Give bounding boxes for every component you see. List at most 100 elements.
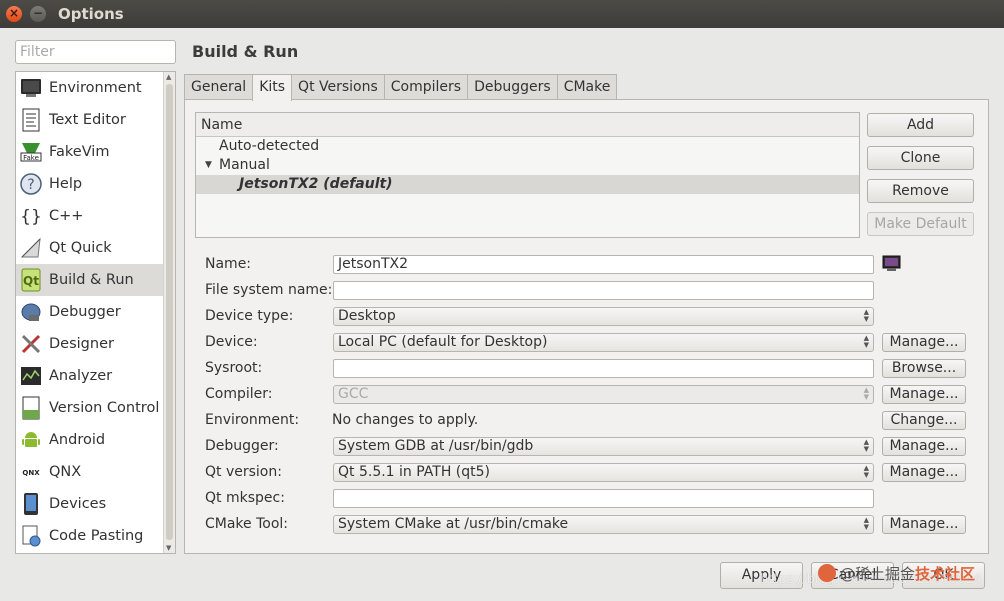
- svg-text:QNX: QNX: [22, 469, 40, 477]
- qt-mkspec-field[interactable]: [333, 489, 874, 508]
- tab-kits[interactable]: Kits: [252, 74, 293, 101]
- compiler-select[interactable]: GCC ▲ ▼: [333, 385, 874, 404]
- device-type-label: Device type:: [205, 308, 294, 324]
- sidebar-item-version-control[interactable]: Version Control: [16, 392, 164, 424]
- qt-version-select[interactable]: Qt 5.5.1 in PATH (qt5) ▲ ▼: [333, 463, 874, 482]
- tab-cmake[interactable]: CMake: [556, 74, 618, 100]
- fakevim-icon: Fake: [19, 140, 43, 164]
- sysroot-browse-button[interactable]: Browse...: [882, 359, 966, 378]
- devices-icon: [19, 492, 43, 516]
- debugger-manage-button[interactable]: Manage...: [882, 437, 966, 456]
- sysroot-label: Sysroot:: [205, 360, 263, 376]
- sidebar-item-analyzer[interactable]: Analyzer: [16, 360, 164, 392]
- device-type-select[interactable]: Desktop ▲ ▼: [333, 307, 874, 326]
- android-icon: [19, 428, 43, 452]
- cmake-tool-label: CMake Tool:: [205, 516, 289, 532]
- environment-value: No changes to apply.: [332, 412, 479, 428]
- close-window-icon[interactable]: ×: [6, 6, 22, 22]
- sidebar-item-fakevim[interactable]: Fake FakeVim: [16, 136, 164, 168]
- brand-logo-icon: [818, 564, 836, 582]
- sidebar-item-label: Build & Run: [49, 272, 134, 288]
- tree-item-jetsontx2[interactable]: JetsonTX2 (default): [196, 175, 859, 194]
- compiler-label: Compiler:: [205, 386, 273, 402]
- tab-debuggers[interactable]: Debuggers: [467, 74, 558, 100]
- tree-group-auto-detected[interactable]: Auto-detected: [196, 137, 859, 156]
- qnx-icon: QNX: [19, 460, 43, 484]
- tab-general[interactable]: General: [184, 74, 254, 100]
- compiler-value: GCC: [338, 386, 369, 402]
- expand-arrow-icon[interactable]: ▼: [205, 156, 212, 175]
- device-monitor-icon[interactable]: [882, 255, 901, 272]
- tab-qt-versions[interactable]: Qt Versions: [291, 74, 385, 100]
- remove-kit-button[interactable]: Remove: [867, 179, 974, 203]
- cmake-tool-value: System CMake at /usr/bin/cmake: [338, 516, 569, 532]
- scroll-up-icon[interactable]: ▲: [166, 73, 171, 81]
- sysroot-field[interactable]: [333, 359, 874, 378]
- debugger-icon: [19, 300, 43, 324]
- kit-name-field[interactable]: JetsonTX2: [333, 255, 874, 274]
- help-icon: ?: [19, 172, 43, 196]
- sidebar-item-label: Android: [49, 432, 106, 448]
- sidebar-item-help[interactable]: ? Help: [16, 168, 164, 200]
- brand-suffix: 技术社区: [915, 564, 976, 583]
- qt-quick-icon: [19, 236, 43, 260]
- up-down-arrows-icon: ▲ ▼: [863, 334, 869, 349]
- category-list: Environment Text Editor Fake FakeVim ? H…: [16, 72, 164, 552]
- environment-label: Environment:: [205, 412, 300, 428]
- qt-mkspec-label: Qt mkspec:: [205, 490, 285, 506]
- sidebar-item-devices[interactable]: Devices: [16, 488, 164, 520]
- device-manage-button[interactable]: Manage...: [882, 333, 966, 352]
- brand-name: @稀土掘金: [840, 564, 916, 583]
- up-down-arrows-icon: ▲ ▼: [863, 464, 869, 479]
- kits-tree: Name Auto-detected ▼ Manual JetsonTX2 (d…: [195, 112, 860, 238]
- sidebar-item-cpp[interactable]: {} C++: [16, 200, 164, 232]
- sidebar-item-build-run[interactable]: Qt Build & Run: [16, 264, 164, 296]
- column-header-name[interactable]: Name: [196, 113, 859, 137]
- kits-panel: Name Auto-detected ▼ Manual JetsonTX2 (d…: [184, 99, 989, 554]
- debugger-select[interactable]: System GDB at /usr/bin/gdb ▲ ▼: [333, 437, 874, 456]
- tab-compilers[interactable]: Compilers: [383, 74, 469, 100]
- sidebar-item-label: Code Pasting: [49, 528, 144, 544]
- sidebar-item-label: Version Control: [49, 400, 160, 416]
- sidebar-item-code-pasting[interactable]: Code Pasting: [16, 520, 164, 552]
- device-select[interactable]: Local PC (default for Desktop) ▲ ▼: [333, 333, 874, 352]
- name-label: Name:: [205, 256, 252, 272]
- tree-group-manual[interactable]: ▼ Manual: [196, 156, 859, 175]
- page-title: Build & Run: [192, 42, 299, 61]
- device-label: Device:: [205, 334, 258, 350]
- minimize-window-icon[interactable]: −: [30, 6, 46, 22]
- sidebar-item-qnx[interactable]: QNX QNX: [16, 456, 164, 488]
- file-system-name-label: File system name:: [205, 282, 333, 298]
- make-default-button[interactable]: Make Default: [867, 212, 974, 236]
- sidebar-item-label: C++: [49, 208, 84, 224]
- file-system-name-field[interactable]: [333, 281, 874, 300]
- sidebar-item-text-editor[interactable]: Text Editor: [16, 104, 164, 136]
- sidebar-item-debugger[interactable]: Debugger: [16, 296, 164, 328]
- cmake-tool-manage-button[interactable]: Manage...: [882, 515, 966, 534]
- sidebar-item-qt-quick[interactable]: Qt Quick: [16, 232, 164, 264]
- compiler-manage-button[interactable]: Manage...: [882, 385, 966, 404]
- sidebar-item-label: Designer: [49, 336, 114, 352]
- sidebar-item-environment[interactable]: Environment: [16, 72, 164, 104]
- title-bar: × − Options: [0, 0, 1004, 28]
- debugger-label: Debugger:: [205, 438, 279, 454]
- scrollbar-thumb[interactable]: [166, 84, 173, 540]
- watermark-brand: @稀土掘金 技术社区: [818, 562, 975, 584]
- clone-kit-button[interactable]: Clone: [867, 146, 974, 170]
- device-type-value: Desktop: [338, 308, 396, 324]
- tree-group-label: Manual: [219, 157, 270, 173]
- filter-input[interactable]: [15, 40, 176, 64]
- cmake-tool-select[interactable]: System CMake at /usr/bin/cmake ▲ ▼: [333, 515, 874, 534]
- add-kit-button[interactable]: Add: [867, 113, 974, 137]
- sidebar-item-designer[interactable]: Designer: [16, 328, 164, 360]
- up-down-arrows-icon: ▲ ▼: [863, 308, 869, 323]
- qt-version-manage-button[interactable]: Manage...: [882, 463, 966, 482]
- sidebar-item-android[interactable]: Android: [16, 424, 164, 456]
- sidebar-scrollbar[interactable]: ▲ ▼: [163, 72, 175, 553]
- analyzer-icon: [19, 364, 43, 388]
- build-run-icon: Qt: [19, 268, 43, 292]
- monitor-icon: [19, 76, 43, 100]
- environment-change-button[interactable]: Change...: [882, 411, 966, 430]
- sidebar-item-label: Help: [49, 176, 83, 192]
- scroll-down-icon[interactable]: ▼: [166, 544, 171, 552]
